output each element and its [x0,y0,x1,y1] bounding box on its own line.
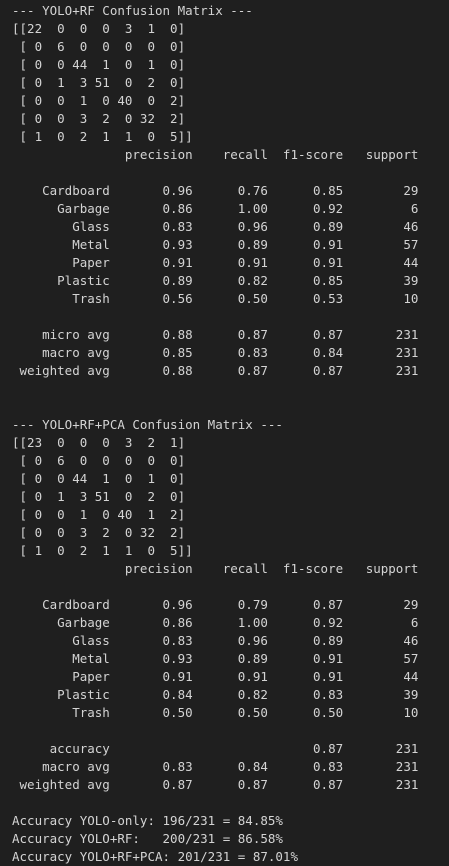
output-line: [ 0 6 0 0 0 0 0] [12,453,186,468]
output-line: Paper 0.91 0.91 0.91 44 [12,255,419,270]
output-line: Garbage 0.86 1.00 0.92 6 [12,201,419,216]
output-line: Glass 0.83 0.96 0.89 46 [12,633,419,648]
output-line: Garbage 0.86 1.00 0.92 6 [12,615,419,630]
output-line: macro avg 0.83 0.84 0.83 231 [12,759,419,774]
output-line: [ 0 1 3 51 0 2 0] [12,75,186,90]
output-line: Trash 0.50 0.50 0.50 10 [12,705,419,720]
output-line: Plastic 0.84 0.82 0.83 39 [12,687,419,702]
output-line: micro avg 0.88 0.87 0.87 231 [12,327,419,342]
output-line: Plastic 0.89 0.82 0.85 39 [12,273,419,288]
notebook-output-page: { "output": { "lines": [ "--- YOLO+RF Co… [0,0,449,866]
output-line: --- YOLO+RF+PCA Confusion Matrix --- [12,417,283,432]
output-line: Accuracy YOLO+RF+PCA: 201/231 = 87.01% [12,849,298,864]
output-line: [[22 0 0 0 3 1 0] [12,21,186,36]
output-line: [[23 0 0 0 3 2 1] [12,435,186,450]
output-line: weighted avg 0.87 0.87 0.87 231 [12,777,419,792]
output-line: [ 0 0 44 1 0 1 0] [12,471,186,486]
output-line: [ 0 0 1 0 40 0 2] [12,93,186,108]
output-line: [ 0 0 3 2 0 32 2] [12,525,186,540]
output-line: weighted avg 0.88 0.87 0.87 231 [12,363,419,378]
output-line: accuracy 0.87 231 [12,741,419,756]
output-line: Paper 0.91 0.91 0.91 44 [12,669,419,684]
output-line: Metal 0.93 0.89 0.91 57 [12,651,419,666]
output-line: Accuracy YOLO+RF: 200/231 = 86.58% [12,831,283,846]
output-line: [ 1 0 2 1 1 0 5]] [12,129,193,144]
output-line: Trash 0.56 0.50 0.53 10 [12,291,419,306]
output-line: Glass 0.83 0.96 0.89 46 [12,219,419,234]
output-line: [ 0 0 3 2 0 32 2] [12,111,186,126]
output-line: [ 0 6 0 0 0 0 0] [12,39,186,54]
output-line: Cardboard 0.96 0.76 0.85 29 [12,183,419,198]
output-line: Accuracy YOLO-only: 196/231 = 84.85% [12,813,283,828]
output-line: Cardboard 0.96 0.79 0.87 29 [12,597,419,612]
output-line: precision recall f1-score support [12,561,419,576]
output-line: Metal 0.93 0.89 0.91 57 [12,237,419,252]
output-line: --- YOLO+RF Confusion Matrix --- [12,3,253,18]
output-line: [ 1 0 2 1 1 0 5]] [12,543,193,558]
output-line: [ 0 0 44 1 0 1 0] [12,57,186,72]
console-output: --- YOLO+RF Confusion Matrix --- [[22 0 0… [12,2,418,866]
output-line: precision recall f1-score support [12,147,419,162]
output-line: [ 0 1 3 51 0 2 0] [12,489,186,504]
output-line: [ 0 0 1 0 40 1 2] [12,507,186,522]
output-line: macro avg 0.85 0.83 0.84 231 [12,345,419,360]
